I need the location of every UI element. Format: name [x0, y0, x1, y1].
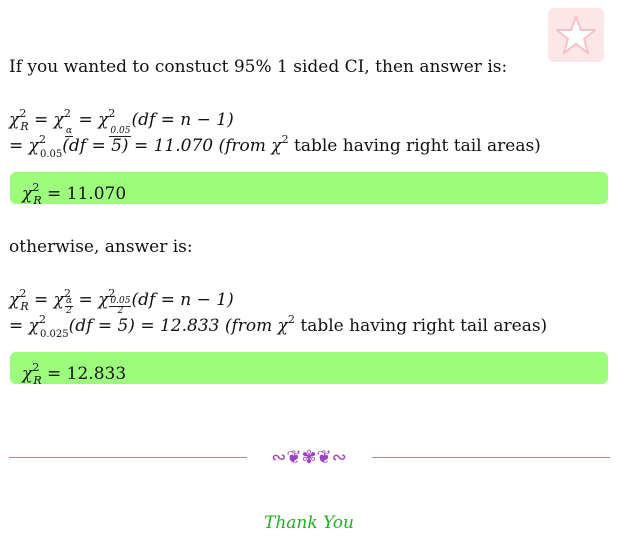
df-result: (df = 5) = 12.833 (from — [68, 316, 273, 336]
thanks-text: Thank You — [263, 513, 354, 533]
otherwise-text: otherwise, answer is: — [9, 237, 193, 257]
two-sided-result-box: χ2R = 12.833 — [10, 352, 608, 387]
chi-sub: 0.025 — [39, 329, 69, 340]
df-result: (df = 5) = 11.070 (from — [62, 136, 266, 156]
one-sided-result-box: χ2R = 11.070 — [10, 172, 608, 207]
intro-text: If you wanted to constuct 95% 1 sided CI… — [9, 57, 508, 77]
one-sided-result-value: = 11.070 — [47, 184, 127, 204]
divider-left — [9, 457, 247, 458]
divider-right — [372, 457, 610, 458]
one-sided-formula-line-2: = χ20.05(df = 5) = 11.070 (from χ2 table… — [9, 133, 541, 160]
two-sided-formula-line-2: = χ20.025(df = 5) = 12.833 (from χ2 tabl… — [9, 313, 548, 340]
table-note: table having right tail areas) — [294, 136, 541, 156]
star-icon — [556, 15, 596, 55]
df-expression: (df = n − 1) — [131, 110, 234, 130]
chi-sub: 0.05 — [39, 149, 63, 160]
two-sided-result-value: = 12.833 — [47, 364, 127, 384]
df-expression: (df = n − 1) — [131, 290, 234, 310]
logo-star-badge-icon — [548, 8, 604, 62]
flourish-ornament-icon: ∾❦✾❦∾ — [271, 447, 347, 468]
table-note: table having right tail areas) — [300, 316, 548, 336]
